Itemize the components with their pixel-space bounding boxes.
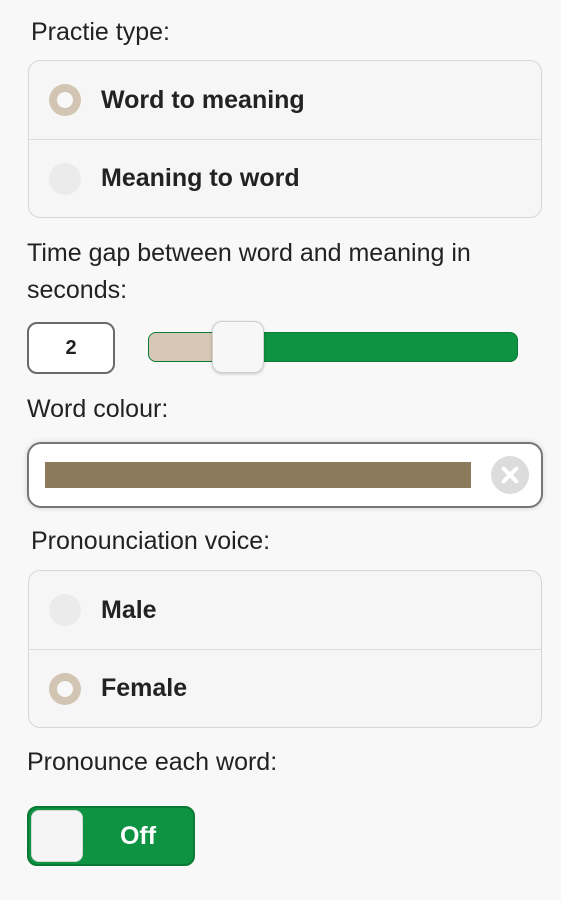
practice-type-group: Word to meaning Meaning to word: [28, 60, 542, 218]
radio-unselected-icon[interactable]: [49, 594, 81, 626]
voice-option-label: Male: [101, 595, 157, 624]
time-gap-slider-handle[interactable]: [211, 321, 264, 373]
radio-selected-icon[interactable]: [49, 672, 81, 705]
voice-option-male[interactable]: Male: [29, 571, 541, 649]
toggle-state-label: Off: [119, 822, 157, 850]
toggle-knob[interactable]: [31, 810, 83, 862]
practice-type-label: Practie type:: [31, 18, 170, 46]
pronounce-toggle[interactable]: Off: [27, 806, 195, 866]
word-colour-picker[interactable]: [27, 442, 543, 508]
practice-option-label: Word to meaning: [101, 85, 305, 114]
word-colour-swatch[interactable]: [45, 462, 471, 488]
time-gap-label: Time gap between word and meaning in sec…: [27, 239, 471, 304]
voice-option-female[interactable]: Female: [29, 649, 541, 727]
pronounce-each-word-label: Pronounce each word:: [27, 748, 278, 776]
pronunciation-voice-label: Pronounciation voice:: [31, 527, 271, 555]
practice-option-word-to-meaning[interactable]: Word to meaning: [29, 61, 541, 139]
word-colour-label: Word colour:: [27, 395, 169, 423]
pronunciation-voice-group: Male Female: [28, 570, 542, 728]
time-gap-input[interactable]: [27, 322, 115, 374]
clear-icon[interactable]: [491, 456, 529, 494]
voice-option-label: Female: [101, 674, 188, 702]
radio-unselected-icon[interactable]: [49, 162, 81, 195]
radio-selected-icon[interactable]: [49, 84, 81, 116]
time-gap-slider-track[interactable]: [148, 332, 518, 362]
practice-option-label: Meaning to word: [101, 164, 300, 192]
practice-option-meaning-to-word[interactable]: Meaning to word: [29, 139, 541, 217]
